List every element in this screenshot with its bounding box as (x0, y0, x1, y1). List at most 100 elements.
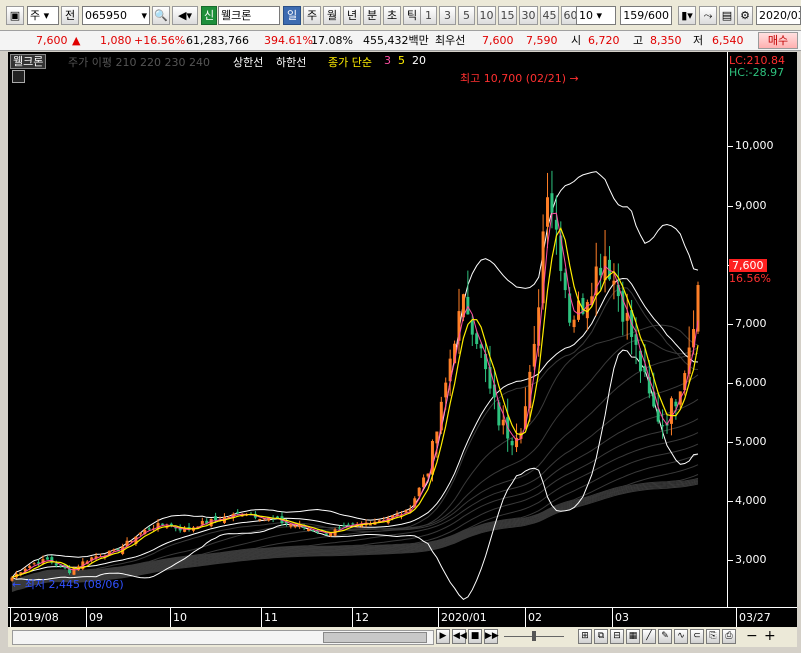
date-tick-mark (736, 607, 737, 627)
draw-icon[interactable]: ✎ (658, 629, 672, 644)
candle-body (324, 533, 328, 535)
candle-body (368, 524, 372, 526)
ask-price: 7,600 (482, 34, 514, 47)
candle-body (563, 272, 567, 291)
print-icon[interactable]: ⎙ (722, 629, 736, 644)
window-icon[interactable]: ▣ (6, 6, 24, 25)
period-button[interactable]: 월 (323, 6, 341, 25)
candle-body (572, 319, 576, 328)
minute-button[interactable]: 30 (519, 6, 538, 25)
candle-body (32, 563, 36, 565)
date-tick-label: 2019/08 (13, 611, 59, 624)
period-button[interactable]: 틱 (403, 6, 421, 25)
price-tick-mark (727, 205, 733, 207)
sound-icon[interactable]: ◀▾ (172, 6, 198, 25)
candle-body (559, 235, 563, 271)
high-label: 고 (633, 34, 644, 47)
minute-button[interactable]: 45 (540, 6, 559, 25)
candle-body (338, 527, 342, 529)
stop-icon[interactable]: ■ (468, 629, 482, 644)
period-button[interactable]: 년 (343, 6, 361, 25)
long-ma-line (11, 287, 699, 582)
legend-lower-limit: 하한선 (276, 56, 307, 69)
minute-button[interactable]: 15 (498, 6, 517, 25)
split-icon[interactable]: ⊟ (610, 629, 624, 644)
magnet-icon[interactable]: ⊂ (690, 629, 704, 644)
chart-type-icon[interactable]: ▮▾ (678, 6, 696, 25)
scroll-track[interactable] (12, 630, 434, 645)
buy-button[interactable]: 매수 (758, 32, 798, 49)
candle-body (289, 524, 293, 527)
grid-toggle-icon[interactable] (12, 70, 25, 83)
minute-button[interactable]: 5 (458, 6, 475, 25)
date-tick-mark (612, 607, 613, 627)
date-value: 2020/03 (759, 9, 801, 22)
candle-body (346, 524, 350, 526)
scroll-right-icon[interactable]: ▶ (436, 629, 450, 644)
x-axis-line (8, 607, 797, 608)
candle-body (138, 532, 142, 535)
bar-count-value: 159 (623, 9, 645, 22)
date-tick-label: 10 (173, 611, 187, 624)
save-icon[interactable]: ▤ (719, 6, 735, 25)
price-chart[interactable]: 웰크론 주가 이평 210 220 230 240 상한선 하한선 종가 단순 … (8, 52, 727, 607)
zoom-slider[interactable] (504, 631, 564, 641)
date-tick-mark (86, 607, 87, 627)
stock-code-input[interactable]: 065950 ▾ (82, 6, 150, 25)
long-ma-line (11, 324, 699, 582)
copy-icon[interactable]: ⧉ (594, 629, 608, 644)
minute-button[interactable]: 1 (420, 6, 437, 25)
candle-body (550, 193, 554, 213)
minute-button[interactable]: 10 (477, 6, 496, 25)
search-icon[interactable]: 🔍 (152, 6, 170, 25)
zoom-out-button[interactable]: − (746, 628, 758, 644)
price-tick-mark (727, 323, 733, 325)
candle-body (612, 280, 616, 285)
period-button[interactable]: 분 (363, 6, 381, 25)
candle-body (147, 528, 151, 530)
prev-button[interactable]: 전 (61, 6, 79, 25)
low-label: 저 (693, 34, 704, 47)
period-button[interactable]: 일 (283, 6, 301, 25)
period-button[interactable]: 초 (383, 6, 401, 25)
period-button[interactable]: 주 (303, 6, 321, 25)
legend-stock-name: 웰크론 (10, 54, 47, 69)
gear-icon[interactable]: ⚙ (737, 6, 753, 25)
axis-line (727, 52, 728, 607)
bar-count-field[interactable]: 159/600 (620, 6, 672, 25)
price-tick-label: 4,000 (735, 493, 767, 507)
table-icon[interactable]: ▦ (626, 629, 640, 644)
market-mode-select[interactable]: 주 ▾ (27, 6, 59, 25)
zoom-in-button[interactable]: + (764, 628, 776, 644)
wave-icon[interactable]: ∿ (674, 629, 688, 644)
line-icon[interactable]: ╱ (642, 629, 656, 644)
candle-body (661, 425, 665, 427)
candle-body (599, 267, 603, 276)
minute-button[interactable]: 3 (439, 6, 456, 25)
hc-label: HC:-28.97 (729, 66, 785, 79)
ma20-line (11, 277, 699, 578)
candle-body (28, 565, 32, 568)
stock-name-field[interactable]: 웰크론 (218, 6, 280, 25)
current-price: 7,600 (36, 34, 68, 47)
long-ma-line (11, 453, 699, 587)
copy2-icon[interactable]: ⎘ (706, 629, 720, 644)
high-marker-text: 최고 10,700 (02/21) (460, 72, 567, 85)
candle-body (293, 525, 297, 528)
zoom-slider-handle[interactable] (532, 631, 536, 641)
last-page-icon[interactable]: ▶▶ (484, 629, 499, 644)
trend-icon[interactable]: ⤳ (699, 6, 717, 25)
layout-icon[interactable]: ⊞ (578, 629, 592, 644)
price-tick-label: 5,000 (735, 434, 767, 448)
low-marker-label: ← 최저 2,445 (08/06) (12, 578, 124, 591)
candle-body (501, 419, 505, 426)
candle-body (546, 197, 550, 227)
low-marker-text: 최저 2,445 (08/06) (24, 578, 124, 591)
date-field[interactable]: 2020/03 (756, 6, 801, 25)
legend-ma5: 5 (398, 54, 405, 67)
candle-body (311, 530, 315, 532)
scroll-thumb[interactable] (323, 632, 427, 643)
count-select[interactable]: 10 ▾ (576, 6, 616, 25)
volume: 61,283,766 (186, 34, 249, 47)
first-page-icon[interactable]: ◀◀ (452, 629, 467, 644)
